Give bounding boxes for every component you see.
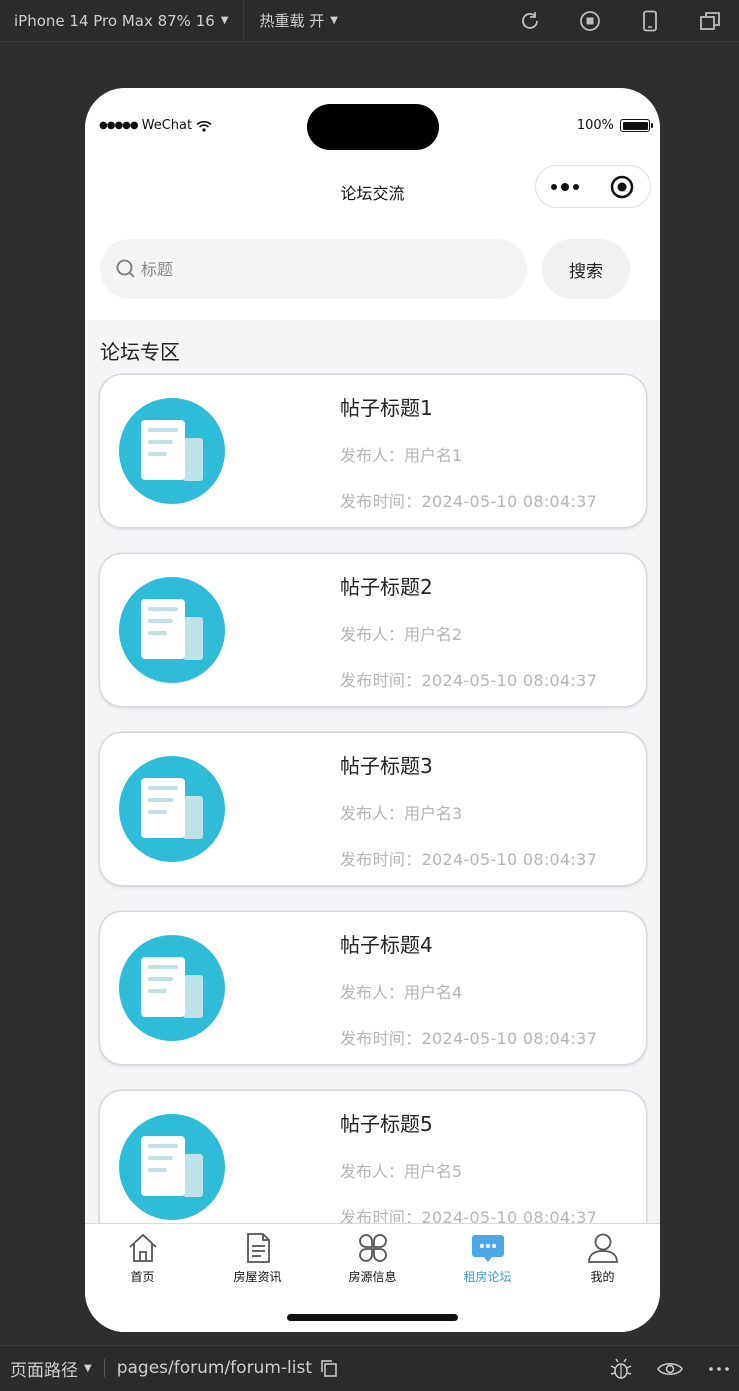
tab-label: 房屋资讯	[233, 1270, 282, 1284]
phone-icon[interactable]	[631, 6, 669, 36]
post-time: 发布时间：2024-05-10 08:04:37	[340, 492, 598, 511]
bug-icon[interactable]	[609, 1357, 633, 1381]
more-icon[interactable]	[536, 182, 593, 191]
battery-status: 100%	[576, 118, 653, 133]
status-bar: ●●●●● WeChat 100%	[85, 88, 660, 164]
wifi-icon	[196, 120, 212, 132]
post-card[interactable]: 帖子标题1 发布人：用户名1 发布时间：2024-05-10 08:04:37	[100, 375, 646, 527]
tab-home[interactable]: 首页	[85, 1224, 200, 1288]
post-list: 帖子标题1 发布人：用户名1 发布时间：2024-05-10 08:04:37 …	[100, 375, 646, 1270]
post-card[interactable]: 帖子标题5 发布人：用户名5 发布时间：2024-05-10 08:04:37	[100, 1091, 646, 1243]
divider	[103, 1359, 105, 1377]
user-icon	[587, 1233, 618, 1263]
close-miniprogram-icon[interactable]	[593, 175, 650, 199]
post-document-icon	[119, 577, 225, 683]
post-author: 发布人：用户名2	[340, 625, 463, 644]
phone-simulator: ●●●●● WeChat 100% 论坛交流 搜索 论坛专区	[85, 88, 660, 1332]
post-author: 发布人：用户名5	[340, 1162, 463, 1181]
dynamic-island	[307, 104, 439, 150]
post-card[interactable]: 帖子标题3 发布人：用户名3 发布时间：2024-05-10 08:04:37	[100, 733, 646, 885]
window-icon[interactable]	[691, 6, 729, 36]
search-bar: 搜索	[85, 220, 660, 320]
tab-house-news[interactable]: 房屋资讯	[200, 1224, 315, 1288]
post-title: 帖子标题5	[340, 1112, 433, 1136]
search-input[interactable]	[141, 259, 501, 279]
battery-icon	[620, 119, 653, 132]
chat-icon	[471, 1235, 504, 1262]
more-icon[interactable]	[707, 1357, 731, 1381]
document-icon	[246, 1233, 270, 1263]
post-card[interactable]: 帖子标题2 发布人：用户名2 发布时间：2024-05-10 08:04:37	[100, 554, 646, 706]
tab-bar: 首页 房屋资讯 房源信息 租房论坛 我的	[85, 1223, 660, 1332]
post-author: 发布人：用户名1	[340, 446, 463, 465]
post-time: 发布时间：2024-05-10 08:04:37	[340, 1029, 598, 1048]
post-document-icon	[119, 1114, 225, 1220]
tab-label: 我的	[590, 1270, 615, 1284]
tab-label: 房源信息	[348, 1270, 397, 1284]
post-title: 帖子标题3	[340, 754, 433, 778]
post-title: 帖子标题2	[340, 575, 433, 599]
carrier-name: WeChat	[141, 118, 193, 133]
home-indicator	[287, 1314, 458, 1321]
hot-reload-label: 热重载 开	[259, 12, 325, 30]
chevron-down-icon: ▼	[220, 15, 229, 26]
devtools-statusbar: 页面路径 ▼ pages/forum/forum-list	[0, 1345, 739, 1390]
signal-icon: ●●●●●	[99, 120, 139, 131]
chevron-down-icon: ▼	[330, 15, 338, 26]
page-path-label: 页面路径	[10, 1360, 78, 1381]
post-time: 发布时间：2024-05-10 08:04:37	[340, 850, 598, 869]
post-card[interactable]: 帖子标题4 发布人：用户名4 发布时间：2024-05-10 08:04:37	[100, 912, 646, 1064]
page-path-value: pages/forum/forum-list	[116, 1358, 312, 1378]
refresh-icon[interactable]	[511, 6, 549, 36]
devtools-toolbar: iPhone 14 Pro Max 87% 16 ▼ 热重载 开 ▼	[0, 0, 739, 42]
post-title: 帖子标题1	[340, 396, 433, 420]
hot-reload-toggle[interactable]: 热重载 开 ▼	[244, 0, 354, 42]
search-icon	[116, 259, 135, 278]
post-document-icon	[119, 756, 225, 862]
post-document-icon	[119, 935, 225, 1041]
search-field[interactable]	[100, 239, 527, 299]
post-title: 帖子标题4	[340, 933, 433, 957]
post-time: 发布时间：2024-05-10 08:04:37	[340, 671, 598, 690]
menu-capsule	[535, 165, 651, 208]
post-author: 发布人：用户名4	[340, 983, 463, 1002]
copy-icon[interactable]	[320, 1359, 338, 1377]
navigation-bar: 论坛交流	[85, 164, 660, 220]
device-selector[interactable]: iPhone 14 Pro Max 87% 16 ▼	[0, 0, 244, 42]
tab-label: 租房论坛	[463, 1270, 512, 1284]
tab-forum[interactable]: 租房论坛	[430, 1224, 545, 1288]
search-button[interactable]: 搜索	[542, 239, 630, 299]
carrier-signal: ●●●●● WeChat	[99, 118, 212, 133]
post-author: 发布人：用户名3	[340, 804, 463, 823]
grid-icon	[358, 1234, 387, 1262]
stop-icon[interactable]	[571, 6, 609, 36]
tab-label: 首页	[130, 1270, 155, 1284]
tab-profile[interactable]: 我的	[545, 1224, 660, 1288]
section-title: 论坛专区	[100, 340, 180, 364]
home-icon	[128, 1233, 157, 1262]
device-label: iPhone 14 Pro Max 87% 16	[14, 11, 215, 30]
battery-percent: 100%	[576, 118, 614, 133]
page-path-selector[interactable]: 页面路径 ▼	[0, 1356, 92, 1381]
eye-icon[interactable]	[657, 1357, 683, 1381]
chevron-down-icon: ▼	[84, 1362, 92, 1374]
post-document-icon	[119, 398, 225, 504]
tab-listings[interactable]: 房源信息	[315, 1224, 430, 1288]
